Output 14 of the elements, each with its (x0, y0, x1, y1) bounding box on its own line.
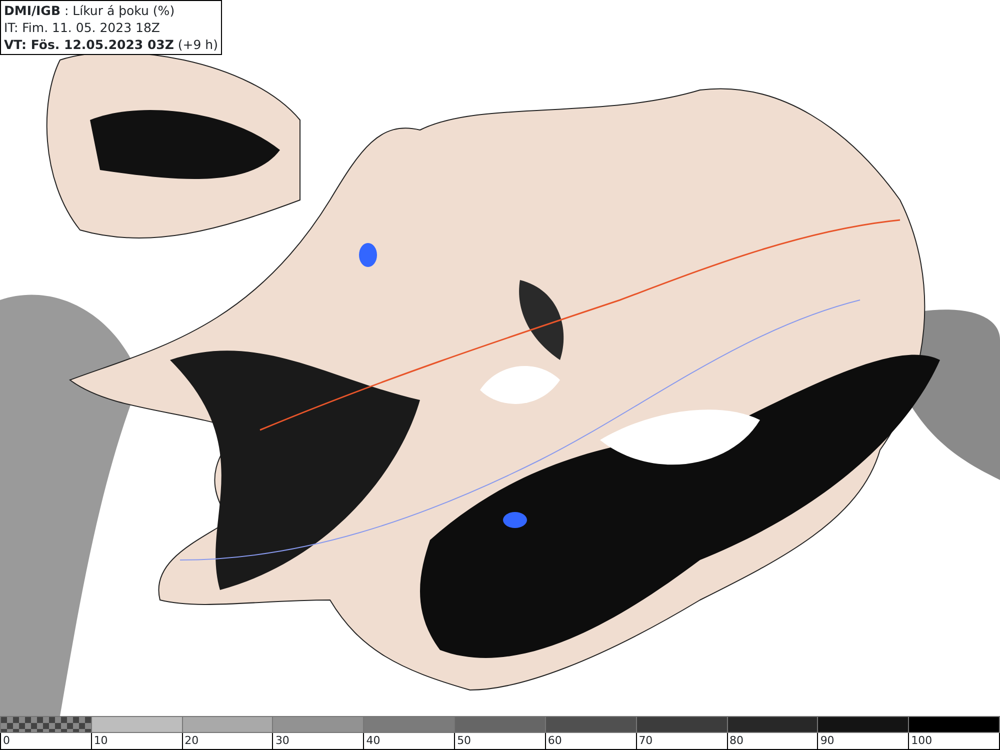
legend-tick-label: 0 (3, 734, 10, 747)
legend-tick-label: 30 (275, 734, 290, 747)
caption-line: DMI/IGB : Líkur á þoku (%) (4, 2, 176, 19)
legend-tick-label: 80 (730, 734, 744, 747)
caption-line: IT: Fim. 11. 05. 2023 18Z (4, 19, 161, 36)
legend-tick-label: 50 (457, 734, 472, 747)
legend-tick-label: 20 (184, 734, 199, 747)
caption-line: VT: Fös. 12.05.2023 03Z (+9 h) (4, 36, 218, 53)
legend-tick-label: 100 (911, 734, 932, 747)
legend-tick-label: 10 (94, 734, 108, 747)
legend-tick-label: 40 (366, 734, 380, 747)
legend-tick-label: 90 (820, 734, 834, 747)
legend-tick-label: 70 (638, 734, 653, 747)
legend-tick-label: 60 (548, 734, 562, 747)
